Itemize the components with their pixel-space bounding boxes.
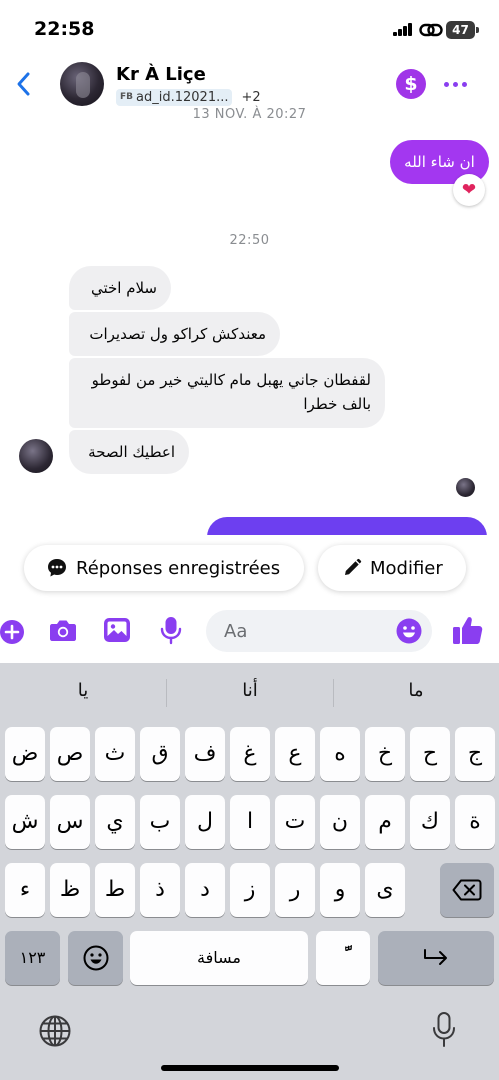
key[interactable]: د — [185, 863, 225, 917]
battery-icon: 47 — [446, 21, 479, 39]
status-time: 22:58 — [34, 18, 95, 40]
emoji-icon[interactable] — [396, 618, 422, 644]
key[interactable]: ه — [320, 727, 360, 781]
key[interactable]: ظ — [50, 863, 90, 917]
key[interactable]: ث — [95, 727, 135, 781]
contact-subtitle: FB ad_id.12021... +2 — [116, 87, 261, 107]
extra-tags-count[interactable]: +2 — [241, 90, 260, 105]
key[interactable]: ء — [5, 863, 45, 917]
backspace-key[interactable] — [440, 863, 494, 917]
quick-replies-bar: Réponses enregistrées Modifier — [0, 535, 499, 603]
key[interactable]: ض — [5, 727, 45, 781]
emoji-keyboard-key[interactable] — [68, 931, 123, 985]
globe-icon[interactable] — [38, 1014, 72, 1048]
battery-level: 47 — [446, 21, 475, 39]
payment-dollar-button[interactable]: $ — [396, 69, 426, 99]
time-divider: 22:50 — [229, 233, 270, 248]
ad-id-tag: FB ad_id.12021... — [116, 88, 233, 106]
seen-receipt-avatar — [456, 478, 475, 497]
diacritic-key[interactable]: ًّ — [316, 931, 370, 985]
key[interactable]: ع — [275, 727, 315, 781]
contact-avatar[interactable] — [60, 62, 104, 106]
plus-circle-icon[interactable] — [0, 618, 26, 646]
key[interactable]: ش — [5, 795, 45, 849]
chat-header: Kr À Liçe FB ad_id.12021... +2 $ — [0, 56, 499, 114]
composer-bar — [0, 603, 499, 663]
return-key[interactable] — [378, 931, 494, 985]
return-arrow-icon — [424, 949, 447, 965]
key[interactable]: ج — [455, 727, 495, 781]
dictation-mic-icon[interactable] — [431, 1011, 457, 1049]
key[interactable]: ت — [275, 795, 315, 849]
status-bar: 22:58 47 — [0, 0, 499, 56]
ad-id: ad_id.12021... — [136, 89, 229, 105]
saved-replies-button[interactable]: Réponses enregistrées — [24, 545, 304, 591]
key[interactable]: ب — [140, 795, 180, 849]
heart-reaction-icon[interactable]: ❤ — [453, 174, 485, 206]
like-thumbs-up-icon[interactable] — [452, 614, 484, 646]
hotspot-link-icon — [419, 23, 443, 37]
space-key[interactable]: مسافة — [130, 931, 308, 985]
key[interactable]: ح — [410, 727, 450, 781]
key[interactable]: ة — [455, 795, 495, 849]
key[interactable]: و — [320, 863, 360, 917]
incoming-message[interactable]: سلام اختي — [69, 266, 171, 310]
signal-icon — [393, 23, 413, 36]
key[interactable]: ى — [365, 863, 405, 917]
key[interactable]: ذ — [140, 863, 180, 917]
suggestion-1[interactable]: يا — [0, 663, 166, 719]
suggestion-bar: يا أنا ما — [0, 663, 499, 719]
key[interactable]: س — [50, 795, 90, 849]
key[interactable]: ن — [320, 795, 360, 849]
key[interactable]: ي — [95, 795, 135, 849]
contact-name[interactable]: Kr À Liçe — [116, 64, 206, 85]
incoming-message[interactable]: اعطيك الصحة — [69, 430, 189, 474]
edit-label: Modifier — [370, 557, 443, 579]
numbers-key[interactable]: ١٢٣ — [5, 931, 60, 985]
key[interactable]: ر — [275, 863, 315, 917]
home-indicator — [161, 1065, 339, 1071]
saved-replies-label: Réponses enregistrées — [76, 557, 281, 579]
key[interactable]: ز — [230, 863, 270, 917]
edit-button[interactable]: Modifier — [318, 545, 466, 591]
key[interactable]: خ — [365, 727, 405, 781]
key[interactable]: ق — [140, 727, 180, 781]
key[interactable]: ا — [230, 795, 270, 849]
chat-bubble-icon — [48, 559, 66, 577]
camera-icon[interactable] — [48, 615, 78, 645]
more-options-icon[interactable] — [440, 70, 470, 98]
suggestion-3[interactable]: ما — [333, 663, 499, 719]
key[interactable]: غ — [230, 727, 270, 781]
back-chevron-icon[interactable] — [12, 70, 36, 98]
key[interactable]: ك — [410, 795, 450, 849]
key[interactable]: ل — [185, 795, 225, 849]
key[interactable]: ط — [95, 863, 135, 917]
backspace-icon — [452, 879, 482, 901]
arabic-keyboard: يا أنا ما ض ص ث ق ف غ ع ه خ ح ج ش س ي ب … — [0, 663, 499, 1080]
date-divider: 13 NOV. À 20:27 — [192, 107, 307, 122]
incoming-message[interactable]: لقفطان جاني يهبل مام كاليتي خير من لفوطو… — [69, 358, 385, 428]
key[interactable]: م — [365, 795, 405, 849]
gallery-image-icon[interactable] — [102, 615, 132, 645]
key[interactable]: ف — [185, 727, 225, 781]
suggestion-2[interactable]: أنا — [167, 663, 333, 719]
microphone-icon[interactable] — [156, 615, 186, 645]
key[interactable]: ص — [50, 727, 90, 781]
pencil-icon — [345, 558, 362, 575]
fb-prefix: FB — [120, 92, 134, 102]
emoji-face-icon — [83, 945, 108, 971]
incoming-message[interactable]: معندكش كراكو ول تصديرات — [69, 312, 280, 356]
sender-avatar[interactable] — [19, 439, 53, 473]
